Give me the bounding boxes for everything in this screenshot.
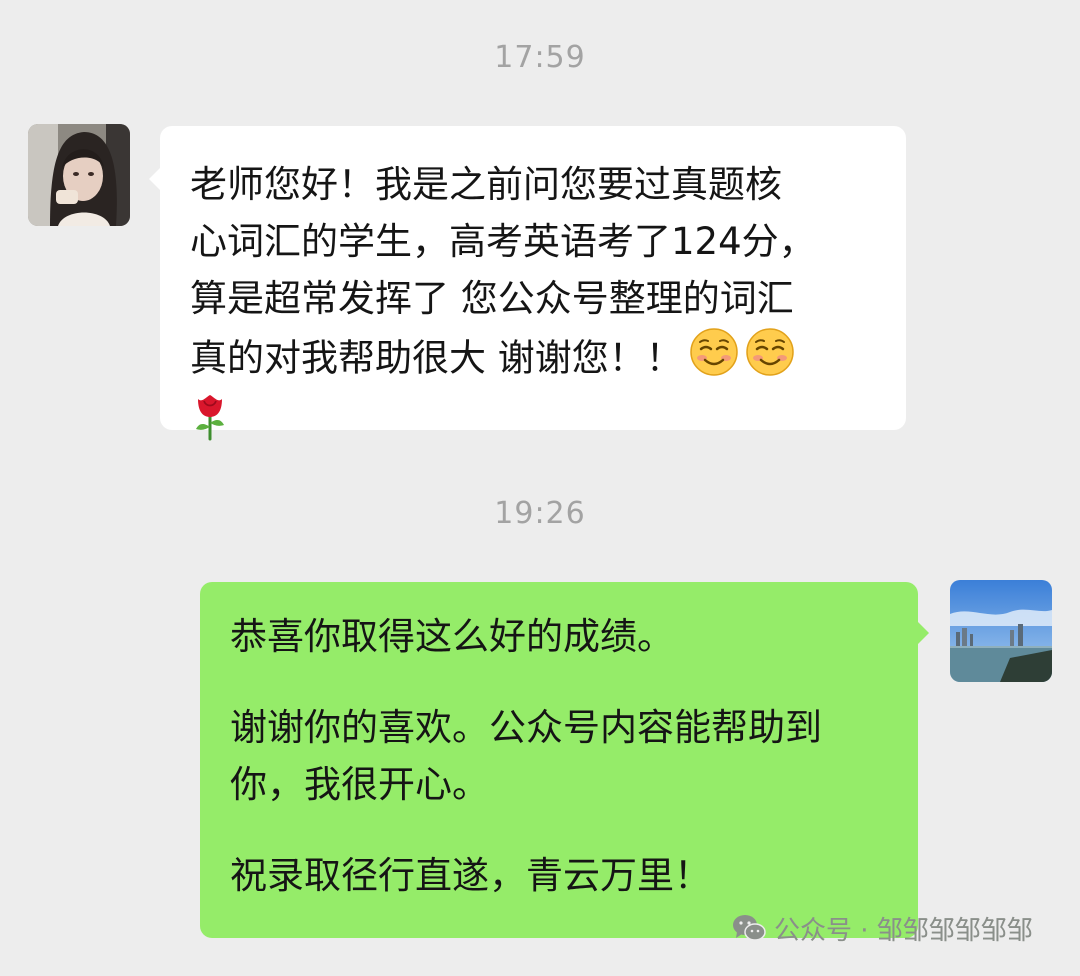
watermark-text: 公众号 · 邹邹邹邹邹邹 (774, 915, 1033, 946)
message-line: 算是超常发挥了 您公众号整理的词汇 (190, 277, 794, 320)
message-line: 你，我很开心。 (230, 763, 489, 806)
timestamp: 17:59 (494, 40, 586, 75)
my-avatar[interactable] (950, 580, 1052, 682)
message-line: 谢谢你的喜欢。公众号内容能帮助到 (230, 706, 822, 749)
message-line-with-emoji: 真的对我帮助很大 谢谢您！！ (190, 327, 886, 393)
rose-emoji-icon (190, 391, 886, 457)
message-line: 真的对我帮助很大 谢谢您！！ (190, 336, 683, 380)
blush-emoji-icon (745, 327, 795, 393)
timestamp: 19:26 (494, 496, 586, 531)
contact-avatar[interactable] (28, 124, 130, 226)
wechat-icon (733, 915, 766, 941)
message-line: 老师您好！我是之前问您要过真题核 (190, 163, 782, 206)
message-line: 心词汇的学生，高考英语考了124分， (190, 220, 816, 263)
watermark: 公众号 · 邹邹邹邹邹邹 (732, 910, 1033, 946)
message-line: 恭喜你取得这么好的成绩。 (230, 615, 674, 658)
blush-emoji-icon (689, 327, 739, 393)
message-line: 祝录取径行直遂，青云万里！ (230, 854, 711, 897)
incoming-message-bubble[interactable]: 老师您好！我是之前问您要过真题核 心词汇的学生，高考英语考了124分， 算是超常… (149, 126, 906, 441)
outgoing-message-bubble[interactable]: 恭喜你取得这么好的成绩。 谢谢你的喜欢。公众号内容能帮助到 你，我很开心。 祝录… (200, 582, 929, 938)
